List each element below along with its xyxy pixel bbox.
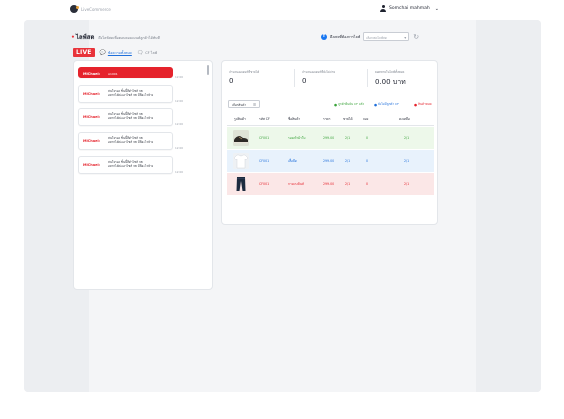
stat-value: 0.00 บาท <box>375 78 406 86</box>
table-row[interactable]: CF001 เสื้อยืด 299.00 2/1 0 2/1 <box>227 150 434 172</box>
tshirt-image <box>233 153 249 169</box>
chat-sender: MiChael: <box>83 163 101 167</box>
stat-value: 0 <box>229 77 234 85</box>
remaining-count: 2/1 <box>404 135 410 140</box>
chat-message: สนใจรอง ชิ้นนี้สีดำไซส์ 38 อยากได้ค่ะเอา… <box>108 160 154 169</box>
facebook-page-select[interactable]: เลือกเพจไลฟ์สด <box>363 32 410 41</box>
cf-code: CF001 <box>259 135 270 140</box>
chat-panel: MiChael: A1001 12:00 MiChael: สนใจรอง ชิ… <box>73 60 213 290</box>
stats-panel: จำนวนออเดอร์ที่ขายได้ 0 จำนวนออเดอร์ที่ย… <box>221 60 438 225</box>
price: 299.00 <box>323 158 335 163</box>
remaining-count: 2/1 <box>404 181 410 186</box>
legend-item: ● ลูกค้ายืนยัน CF แล้ว <box>334 102 364 107</box>
chat-time: 12:00 <box>175 122 184 126</box>
user-menu[interactable]: Somchai mahmah ⌄ <box>380 5 439 12</box>
cf-code: CF001 <box>259 158 270 163</box>
page-title: ไลฟ์สด <box>71 32 95 42</box>
legend-label: ยังไม่มีลูกค้า CF <box>378 102 399 106</box>
product-name: เสื้อยืด <box>288 158 297 163</box>
chat-message: สนใจรอง ชิ้นนี้สีดำไซส์ 38 อยากได้ค่ะเอา… <box>108 112 154 121</box>
reserved-count: 0 <box>366 181 369 186</box>
facebook-icon: f <box>321 33 327 40</box>
chat-sender: MiChael: <box>83 139 101 143</box>
jeans-image <box>233 176 249 192</box>
chat-time: 12:00 <box>175 99 184 103</box>
column-header: ราคา <box>323 117 331 121</box>
sold-count: 2/1 <box>345 135 351 140</box>
chat-message-item[interactable]: MiChael: สนใจรอง ชิ้นนี้สีดำไซส์ 38 อยาก… <box>78 156 173 174</box>
chat-message-item[interactable]: MiChael: สนใจรอง ชิ้นนี้สีดำไซส์ 38 อยาก… <box>78 85 173 103</box>
column-header: คงเหลือ <box>399 117 410 121</box>
tab-label: ข้อความทั้งหมด <box>107 50 132 55</box>
chat-time: 12:00 <box>175 170 184 174</box>
facebook-page-selector: f ดึงเพจที่ต้องการไลฟ์ เลือกเพจไลฟ์สด ↻ <box>321 32 419 41</box>
stat-label: จำนวนออเดอร์ที่ขายได้ <box>229 70 260 74</box>
column-header: รูปสินค้า <box>234 117 246 121</box>
stat-label: ยอดขายในไลฟ์ทั้งหมด <box>375 70 405 74</box>
dot-icon: ● <box>374 102 378 107</box>
refresh-icon[interactable]: ↻ <box>413 33 419 41</box>
stat-label: จำนวนออเดอร์ที่ยังไม่จ่าย <box>302 70 336 74</box>
chat-time: 12:00 <box>175 75 184 79</box>
chat-sender: MiChael: <box>83 92 101 96</box>
product-name: รองเท้าผ้าใบ <box>288 135 306 140</box>
product-filter-select[interactable]: เลือกสินค้า <box>228 100 260 108</box>
shoe-image <box>233 130 249 146</box>
legend-item: ● สินค้าหมด <box>414 102 432 107</box>
live-tabs: LIVE 💬 ข้อความทั้งหมด 🗨 CF ไลฟ์ <box>73 48 157 57</box>
stat-orders-unpaid: จำนวนออเดอร์ที่ยังไม่จ่าย 0 <box>295 65 365 89</box>
column-header: ชื่อสินค้า <box>288 117 301 121</box>
legend-label: สินค้าหมด <box>418 102 432 106</box>
column-header: จอง <box>363 117 369 121</box>
reserved-count: 0 <box>366 135 369 140</box>
chat-message-item[interactable]: MiChael: สนใจรอง ชิ้นนี้สีดำไซส์ 38 อยาก… <box>78 132 173 150</box>
chat-message-item[interactable]: MiChael: A1001 <box>78 67 173 78</box>
price: 299.00 <box>323 181 335 186</box>
user-icon <box>380 5 386 12</box>
column-header: ขายได้ <box>343 117 353 121</box>
stat-total-sales: ยอดขายในไลฟ์ทั้งหมด 0.00 บาท <box>368 65 438 89</box>
tab-label: CF ไลฟ์ <box>145 50 158 55</box>
table-row[interactable]: CF001 กางเกงยีนส์ 299.00 2/1 0 2/1 <box>227 173 434 195</box>
product-name: กางเกงยีนส์ <box>288 181 304 186</box>
dot-icon: ● <box>334 102 338 107</box>
column-header: รหัส CF <box>259 117 270 121</box>
chat-sender: MiChael: <box>83 115 101 119</box>
chat-message-item[interactable]: MiChael: สนใจรอง ชิ้นนี้สีดำไซส์ 38 อยาก… <box>78 108 173 126</box>
chat-icon: 💬 <box>99 49 106 56</box>
tab-all-messages[interactable]: 💬 ข้อความทั้งหมด <box>100 50 132 56</box>
price: 299.00 <box>323 135 335 140</box>
right-sidebar <box>476 20 541 392</box>
sold-count: 2/1 <box>345 158 351 163</box>
scrollbar[interactable] <box>207 65 209 75</box>
facebook-label: ดึงเพจที่ต้องการไลฟ์ <box>330 34 361 39</box>
stat-orders-sold: จำนวนออเดอร์ที่ขายได้ 0 <box>222 65 292 89</box>
legend-label: ลูกค้ายืนยัน CF แล้ว <box>338 102 365 106</box>
table-row[interactable]: CF001 รองเท้าผ้าใบ 299.00 2/1 0 2/1 <box>227 127 434 149</box>
dot-icon: ● <box>414 102 418 107</box>
chat-message: A1001 <box>108 71 118 76</box>
brand-name: LiveCommerce <box>81 6 111 12</box>
reserved-count: 0 <box>366 158 369 163</box>
comment-icon: 🗨 <box>136 49 144 56</box>
chat-sender: MiChael: <box>83 71 101 76</box>
page-subtitle: ดึงไลฟ์สดเพื่อตอบคอมเมนต์ลูกค้าได้ทันที <box>98 36 160 40</box>
stat-value: 0 <box>302 77 307 85</box>
chat-time: 12:00 <box>175 146 184 150</box>
brand[interactable]: LiveCommerce <box>70 5 111 13</box>
page-header: ไลฟ์สด ดึงไลฟ์สดเพื่อตอบคอมเมนต์ลูกค้าได… <box>71 32 160 42</box>
tab-cf-live[interactable]: 🗨 CF ไลฟ์ <box>137 50 157 56</box>
table-header: รูปสินค้า รหัส CF ชื่อสินค้า ราคา ขายได้… <box>227 112 434 126</box>
chat-message: สนใจรอง ชิ้นนี้สีดำไซส์ 38 อยากได้ค่ะเอา… <box>108 89 154 98</box>
brand-logo-icon <box>70 5 79 13</box>
sold-count: 2/1 <box>345 181 351 186</box>
remaining-count: 2/1 <box>404 158 410 163</box>
user-name: Somchai mahmah <box>389 6 430 11</box>
live-badge: LIVE <box>73 48 95 57</box>
chat-message: สนใจรอง ชิ้นนี้สีดำไซส์ 38 อยากได้ค่ะเอา… <box>108 136 154 145</box>
chevron-down-icon[interactable]: ⌄ <box>435 6 439 12</box>
cf-code: CF001 <box>259 181 270 186</box>
legend-item: ● ยังไม่มีลูกค้า CF <box>374 102 399 107</box>
